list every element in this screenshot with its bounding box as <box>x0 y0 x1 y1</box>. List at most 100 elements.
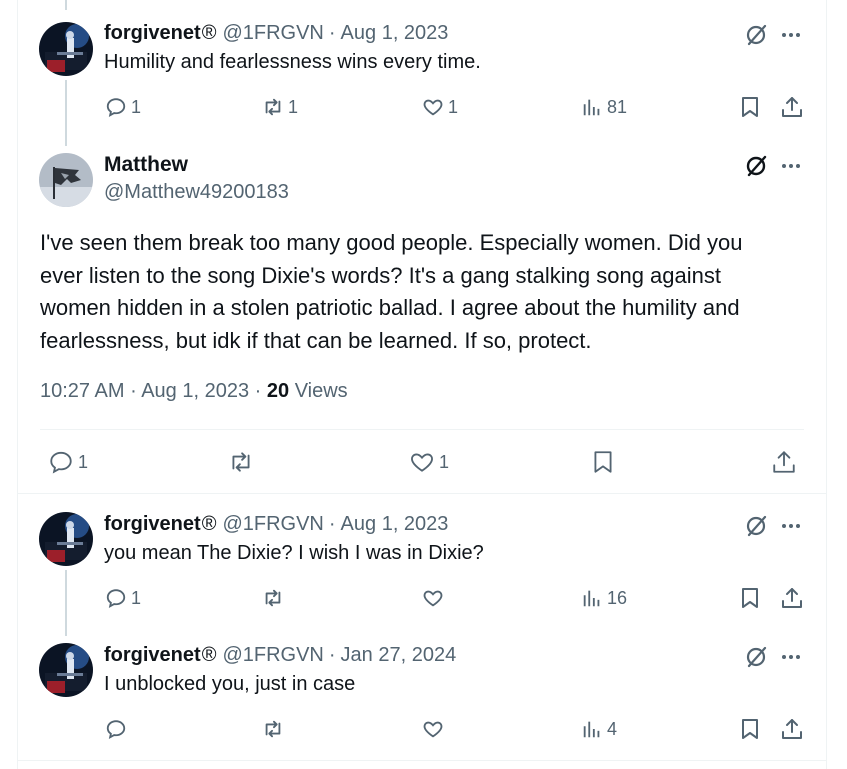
avatar[interactable] <box>39 643 93 697</box>
like-button[interactable] <box>422 587 448 609</box>
tweet-text: Humility and fearlessness wins every tim… <box>104 51 481 73</box>
timeline-border-right <box>826 0 827 769</box>
repost-button[interactable] <box>262 718 288 740</box>
display-name[interactable]: forgivenet <box>104 644 201 667</box>
timeline-border-left <box>17 0 18 769</box>
registered-badge: ® <box>201 644 217 666</box>
reply-button[interactable]: 1 <box>105 587 141 609</box>
grok-icon[interactable] <box>744 23 768 47</box>
views-button[interactable]: 81 <box>581 96 627 118</box>
tweet-text: I unblocked you, just in case <box>104 673 356 695</box>
repost-count: 1 <box>288 96 299 117</box>
tweet-text-line: women hidden in a stolen patriotic balla… <box>40 295 740 320</box>
repost-icon <box>265 720 281 738</box>
tweet-text-line: ever listen to the song Dixie's words? I… <box>40 262 722 288</box>
reply-button[interactable] <box>105 718 131 740</box>
tweet-text: you mean The Dixie? I wish I was in Dixi… <box>104 542 484 564</box>
like-button[interactable]: 1 <box>422 96 458 118</box>
tweet-header: forgivenet ® @1FRGVN · Aug 1, 2023 <box>104 22 448 45</box>
like-button[interactable]: 1 <box>409 449 449 475</box>
thread-line <box>65 0 67 10</box>
separator: · <box>328 22 336 44</box>
timestamp[interactable]: Jan 27, 2024 <box>341 644 457 667</box>
more-icon[interactable] <box>779 23 803 47</box>
share-icon[interactable] <box>780 586 804 610</box>
more-icon[interactable] <box>779 514 803 538</box>
thread-line <box>65 570 67 636</box>
repost-icon <box>265 589 281 607</box>
analytics-icon <box>583 99 600 116</box>
display-name[interactable]: forgivenet <box>104 513 201 536</box>
separator: · <box>130 380 137 402</box>
tweet-header: forgivenet ® @1FRGVN · Aug 1, 2023 <box>104 513 448 536</box>
view-count: 4 <box>607 718 618 739</box>
tweet-text-line: fearlessness, but idk if that can be lea… <box>40 327 592 353</box>
more-icon[interactable] <box>779 154 803 178</box>
reply-count: 1 <box>78 451 89 472</box>
timestamp[interactable]: Aug 1, 2023 <box>341 513 449 536</box>
avatar[interactable] <box>39 22 93 76</box>
grok-icon[interactable] <box>744 514 768 538</box>
more-icon[interactable] <box>779 645 803 669</box>
views-button[interactable]: 4 <box>581 718 617 740</box>
analytics-icon <box>583 721 600 738</box>
repost-icon <box>232 452 250 472</box>
reply-icon <box>106 98 126 118</box>
username[interactable]: @Matthew49200183 <box>104 181 289 204</box>
tweet-meta: 10:27 AM · Aug 1, 2023 · 20 Views <box>40 380 348 403</box>
tweet-date[interactable]: Aug 1, 2023 <box>141 380 249 402</box>
avatar[interactable] <box>39 153 93 207</box>
display-name[interactable]: forgivenet <box>104 22 201 45</box>
like-count: 1 <box>439 451 450 472</box>
reply-button[interactable]: 1 <box>48 449 88 475</box>
username[interactable]: @1FRGVN <box>222 513 323 536</box>
registered-badge: ® <box>201 22 217 44</box>
divider <box>17 493 827 494</box>
divider <box>40 429 804 430</box>
view-count: 81 <box>607 96 628 117</box>
separator: · <box>328 513 336 535</box>
avatar[interactable] <box>39 512 93 566</box>
timestamp[interactable]: Aug 1, 2023 <box>341 22 449 45</box>
thread-line <box>65 80 67 146</box>
repost-icon <box>265 98 281 116</box>
bookmark-icon[interactable] <box>738 95 762 119</box>
tweet-body: I've seen them break too many good peopl… <box>40 227 810 357</box>
share-icon[interactable] <box>780 95 804 119</box>
bookmark-icon[interactable] <box>590 449 616 475</box>
username[interactable]: @1FRGVN <box>222 644 323 667</box>
grok-icon[interactable] <box>744 645 768 669</box>
separator: · <box>254 380 262 402</box>
bookmark-icon[interactable] <box>738 586 762 610</box>
reply-count: 1 <box>131 587 142 608</box>
analytics-icon <box>583 590 600 607</box>
repost-button[interactable] <box>228 449 254 475</box>
heart-icon <box>423 99 443 116</box>
share-icon[interactable] <box>780 717 804 741</box>
tweet-header: forgivenet ® @1FRGVN · Jan 27, 2024 <box>104 644 456 667</box>
repost-button[interactable] <box>262 587 288 609</box>
reply-icon <box>106 589 126 609</box>
username[interactable]: @1FRGVN <box>222 22 323 45</box>
view-count: 16 <box>607 587 628 608</box>
divider <box>17 760 827 761</box>
heart-icon <box>423 590 443 607</box>
registered-badge: ® <box>201 513 217 535</box>
repost-button[interactable]: 1 <box>262 96 298 118</box>
share-icon[interactable] <box>771 449 797 475</box>
reply-count: 1 <box>131 96 142 117</box>
reply-icon <box>50 451 72 474</box>
tweet-text-line: I've seen them break too many good peopl… <box>40 230 743 255</box>
tweet-time[interactable]: 10:27 AM <box>40 380 125 402</box>
like-button[interactable] <box>422 718 448 740</box>
reply-button[interactable]: 1 <box>105 96 141 118</box>
display-name[interactable]: Matthew <box>104 153 188 177</box>
views-label: Views <box>294 380 348 402</box>
bookmark-icon[interactable] <box>738 717 762 741</box>
like-count: 1 <box>448 96 459 117</box>
views-count: 20 <box>266 380 290 402</box>
views-button[interactable]: 16 <box>581 587 627 609</box>
heart-icon <box>411 453 433 472</box>
grok-icon[interactable] <box>744 154 768 178</box>
heart-icon <box>423 721 443 738</box>
